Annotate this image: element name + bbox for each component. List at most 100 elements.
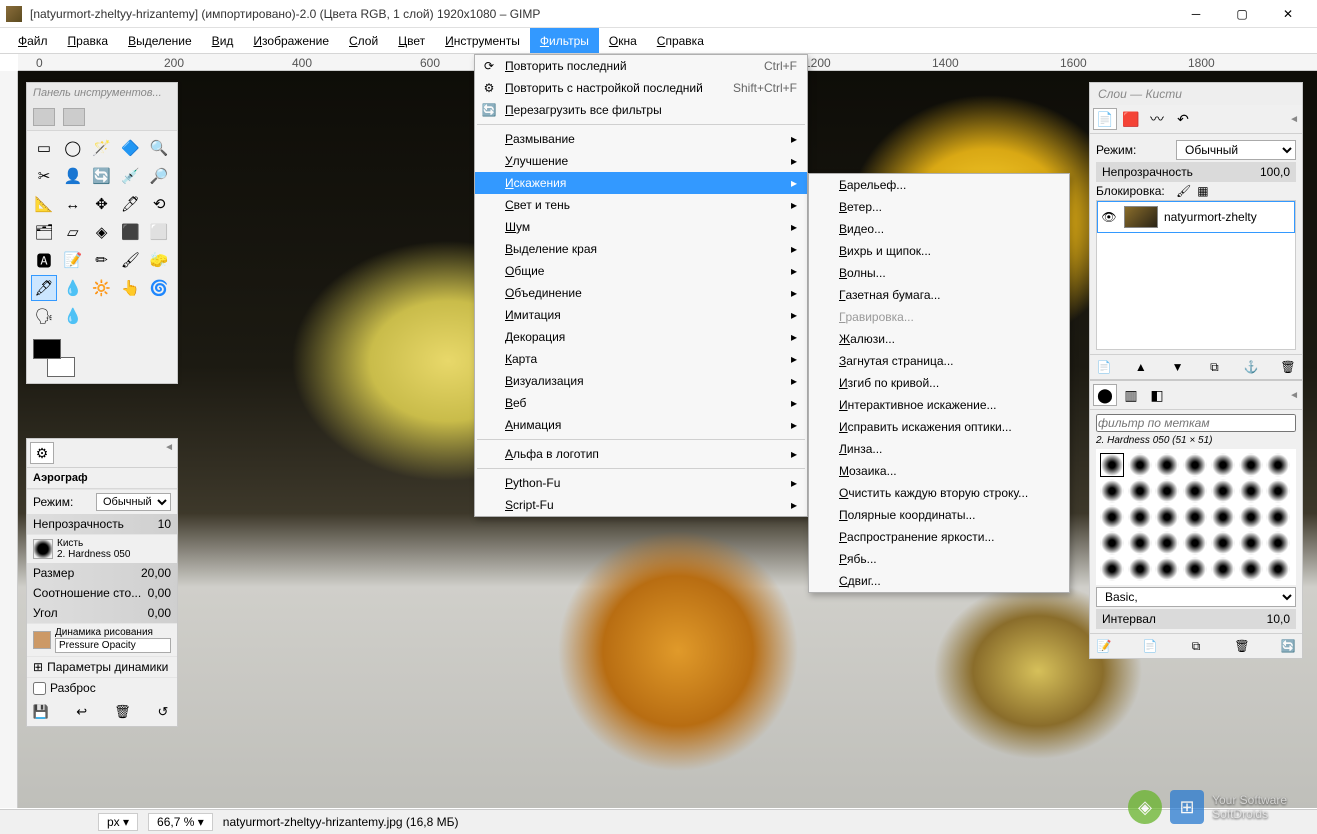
menu-item[interactable]: Газетная бумага...	[809, 284, 1069, 306]
menu-правка[interactable]: Правка	[58, 28, 119, 53]
new-layer-icon[interactable]: 📄	[1096, 359, 1112, 375]
brush-thumbnail[interactable]	[1100, 453, 1124, 477]
menu-item[interactable]: Линза...	[809, 438, 1069, 460]
layer-mode-select[interactable]: Обычный	[1176, 140, 1296, 160]
scatter-checkbox[interactable]	[33, 682, 46, 695]
tool-button[interactable]: 🔎	[146, 163, 172, 189]
brush-thumbnail[interactable]	[1100, 557, 1124, 581]
tool-button[interactable]: 📝	[60, 247, 86, 273]
menu-item[interactable]: Объединение▸	[475, 282, 807, 304]
tool-button[interactable]: ✂	[31, 163, 57, 189]
tool-button[interactable]: 🔍	[146, 135, 172, 161]
refresh-brush-icon[interactable]: 🔄	[1280, 638, 1296, 654]
menu-item[interactable]: Анимация▸	[475, 414, 807, 436]
tool-button[interactable]: 🧽	[146, 247, 172, 273]
brush-thumbnail[interactable]	[1211, 557, 1235, 581]
tool-button[interactable]: ✥	[89, 191, 115, 217]
tool-button[interactable]: 🖊	[117, 191, 143, 217]
tool-button[interactable]: ✏	[89, 247, 115, 273]
brush-thumbnail[interactable]	[1239, 531, 1263, 555]
tool-button[interactable]: 👆	[117, 275, 143, 301]
menu-item[interactable]: Вихрь и щипок...	[809, 240, 1069, 262]
brush-thumbnail[interactable]	[1155, 479, 1179, 503]
delete-layer-icon[interactable]: 🗑	[1280, 359, 1296, 375]
raise-layer-icon[interactable]: ▲	[1133, 359, 1149, 375]
duplicate-layer-icon[interactable]: ⧉	[1206, 359, 1222, 375]
menu-окна[interactable]: Окна	[599, 28, 647, 53]
ratio-slider[interactable]: Соотношение сто... 0,00	[27, 583, 177, 603]
minimize-button[interactable]: ─	[1173, 0, 1219, 28]
patterns-tab[interactable]: ▥	[1119, 384, 1143, 406]
menu-справка[interactable]: Справка	[647, 28, 714, 53]
layer-list[interactable]: 👁 natyurmort-zhelty	[1096, 200, 1296, 350]
tool-button[interactable]: 🖋	[31, 275, 57, 301]
tool-button[interactable]: 💧	[60, 275, 86, 301]
tool-button[interactable]: 💧	[60, 303, 86, 329]
tool-button[interactable]: ◯	[60, 135, 86, 161]
brush-thumbnail[interactable]	[1128, 557, 1152, 581]
layer-name[interactable]: natyurmort-zhelty	[1164, 210, 1257, 224]
menu-item[interactable]: Шум▸	[475, 216, 807, 238]
brush-thumbnail[interactable]	[1128, 453, 1152, 477]
undo-tab[interactable]: ↶	[1171, 108, 1195, 130]
brush-thumbnail[interactable]	[1183, 453, 1207, 477]
menu-item[interactable]: Исправить искажения оптики...	[809, 416, 1069, 438]
reset-preset-icon[interactable]: ↺	[155, 704, 171, 720]
tool-button[interactable]: 🌀	[146, 275, 172, 301]
menu-цвет[interactable]: Цвет	[388, 28, 435, 53]
menu-item[interactable]: Волны...	[809, 262, 1069, 284]
menu-файл[interactable]: Файл	[8, 28, 58, 53]
color-swatches[interactable]	[33, 339, 75, 377]
menu-item[interactable]: Ветер...	[809, 196, 1069, 218]
brush-thumbnail[interactable]	[1239, 479, 1263, 503]
expand-icon[interactable]: ⊞	[33, 660, 43, 674]
menu-выделение[interactable]: Выделение	[118, 28, 202, 53]
menu-item[interactable]: Барельеф...	[809, 174, 1069, 196]
menu-item[interactable]: Python-Fu▸	[475, 472, 807, 494]
brush-thumbnail[interactable]	[1183, 505, 1207, 529]
save-preset-icon[interactable]: 💾	[33, 704, 49, 720]
bg-color-swatch[interactable]	[47, 357, 75, 377]
tool-button[interactable]: 👤	[60, 163, 86, 189]
menu-item[interactable]: Свет и тень▸	[475, 194, 807, 216]
restore-preset-icon[interactable]: ↩	[74, 704, 90, 720]
brush-preview-icon[interactable]	[33, 539, 53, 559]
menu-item[interactable]: Альфа в логотип▸	[475, 443, 807, 465]
menu-item[interactable]: Визуализация▸	[475, 370, 807, 392]
panel-menu-icon[interactable]: ◄	[1289, 114, 1299, 125]
brush-thumbnail[interactable]	[1155, 557, 1179, 581]
lower-layer-icon[interactable]: ▼	[1170, 359, 1186, 375]
menu-item[interactable]: Изгиб по кривой...	[809, 372, 1069, 394]
menu-item[interactable]: Имитация▸	[475, 304, 807, 326]
channels-tab[interactable]: 🟥	[1119, 108, 1143, 130]
menu-item[interactable]: Гравировка...	[809, 306, 1069, 328]
brush-thumbnail[interactable]	[1266, 557, 1290, 581]
delete-preset-icon[interactable]: 🗑	[114, 704, 130, 720]
layer-opacity-slider[interactable]: Непрозрачность 100,0	[1096, 162, 1296, 182]
tool-button[interactable]: ⬛	[117, 219, 143, 245]
lock-pixels-icon[interactable]: 🖌	[1176, 184, 1191, 198]
menu-item[interactable]: Общие▸	[475, 260, 807, 282]
tool-button[interactable]: 💉	[117, 163, 143, 189]
tool-button[interactable]: 🔆	[89, 275, 115, 301]
edit-brush-icon[interactable]: 📝	[1096, 638, 1112, 654]
layer-row[interactable]: 👁 natyurmort-zhelty	[1097, 201, 1295, 233]
brush-thumbnail[interactable]	[1100, 479, 1124, 503]
angle-slider[interactable]: Угол 0,00	[27, 603, 177, 623]
brush-preset-select[interactable]: Basic,	[1096, 587, 1296, 607]
panel-menu-icon[interactable]: ◄	[164, 442, 174, 464]
layers-tab[interactable]: 📄	[1093, 108, 1117, 130]
brush-thumbnail[interactable]	[1211, 479, 1235, 503]
brush-interval-slider[interactable]: Интервал 10,0	[1096, 609, 1296, 629]
tool-button[interactable]: ▭	[31, 135, 57, 161]
menu-item[interactable]: Веб▸	[475, 392, 807, 414]
maximize-button[interactable]: ▢	[1219, 0, 1265, 28]
menu-item[interactable]: Выделение края▸	[475, 238, 807, 260]
menu-item[interactable]: Загнутая страница...	[809, 350, 1069, 372]
menu-инструменты[interactable]: Инструменты	[435, 28, 530, 53]
menu-item[interactable]: Размывание▸	[475, 128, 807, 150]
brush-thumbnail[interactable]	[1211, 531, 1235, 555]
brush-thumbnail[interactable]	[1128, 479, 1152, 503]
zoom-select[interactable]: 66,7 % ▾	[148, 813, 213, 831]
tool-button[interactable]: 🅰	[31, 247, 57, 273]
